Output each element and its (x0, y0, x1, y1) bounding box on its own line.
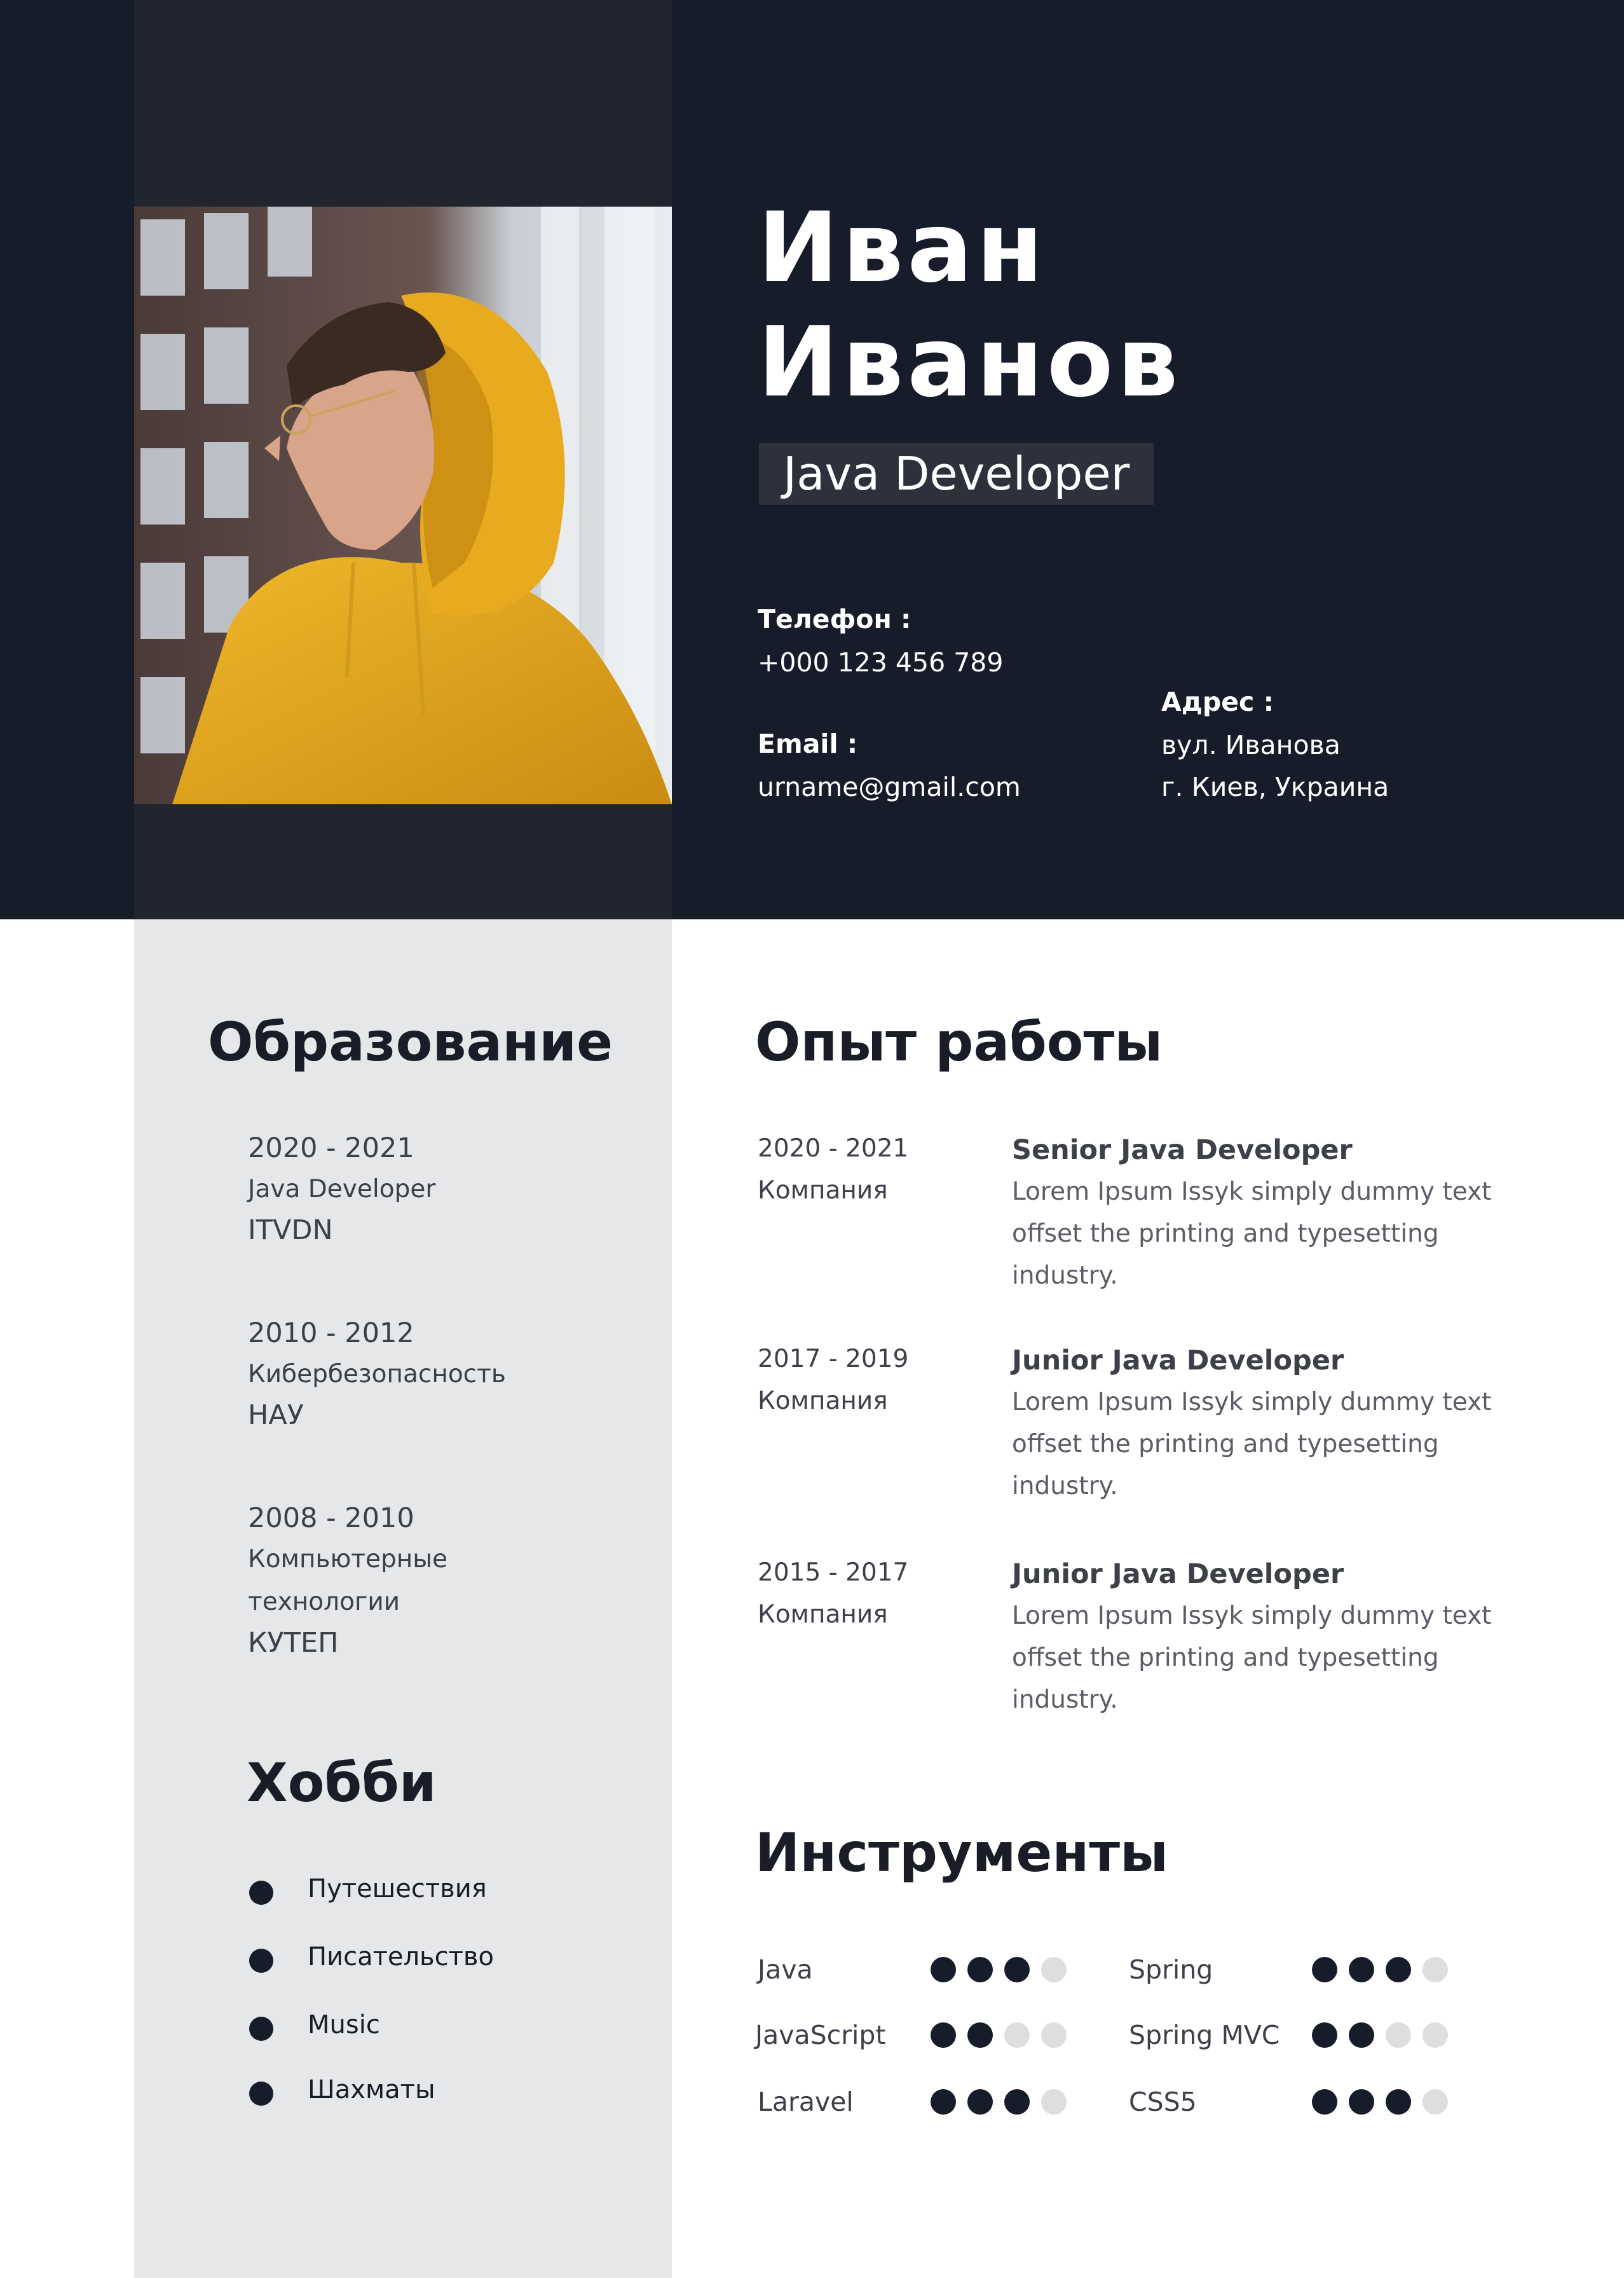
rating-dot-filled (1312, 2022, 1337, 2048)
experience-company: Компания (758, 1176, 888, 1205)
full-name: Иван Иванов (758, 191, 1182, 420)
rating-dot-filled (1349, 2089, 1374, 2115)
rating-dot-filled (1004, 1957, 1030, 1982)
experience-company: Компания (758, 1600, 888, 1629)
experience-desc-line: offset the printing and typesetting (1012, 1219, 1439, 1248)
skill-name: Java (758, 1954, 813, 1985)
education-institution: НАУ (248, 1399, 304, 1431)
email-label: Email : (758, 729, 858, 759)
education-institution: КУТЕП (248, 1627, 339, 1659)
education-program: Java Developer (248, 1175, 436, 1204)
profile-photo (134, 207, 672, 804)
address-line-2: г. Киев, Украина (1161, 772, 1389, 802)
rating-dot-filled (967, 2089, 993, 2115)
job-title-badge: Java Developer (759, 443, 1154, 505)
education-item: 2020 - 2021 Java Developer ITVDN (248, 1129, 435, 1250)
experience-years: 2015 - 2017 (758, 1558, 909, 1587)
experience-desc-line: Lorem Ipsum Issyk simply dummy text (1012, 1602, 1492, 1630)
education-program: технологии (248, 1588, 400, 1616)
experience-years: 2017 - 2019 (758, 1345, 909, 1373)
experience-item: Senior Java Developer Lorem Ipsum Issyk … (1012, 1129, 1520, 1297)
education-institution: ITVDN (248, 1214, 333, 1246)
experience-desc-line: Lorem Ipsum Issyk simply dummy text (1012, 1177, 1492, 1206)
hobbies-heading: Хобби (247, 1752, 437, 1814)
bullet-icon (249, 1949, 273, 1973)
rating-dot-empty (1423, 2022, 1448, 2048)
rating-dot-filled (1386, 2089, 1411, 2115)
phone-value: +000 123 456 789 (758, 647, 1004, 678)
bullet-icon (249, 2017, 273, 2041)
experience-item: Junior Java Developer Lorem Ipsum Issyk … (1012, 1553, 1520, 1721)
phone-label: Телефон : (758, 604, 911, 635)
experience-item: Junior Java Developer Lorem Ipsum Issyk … (1012, 1340, 1520, 1507)
experience-years: 2020 - 2021 (758, 1134, 909, 1163)
skill-name: Spring (1129, 1954, 1213, 1985)
hobby-label: Писательство (308, 1942, 494, 1972)
rating-dot-empty (1423, 1957, 1448, 1982)
rating-dot-empty (1041, 2022, 1067, 2048)
skill-name: Spring MVC (1129, 2020, 1280, 2050)
last-name: Иванов (758, 306, 1182, 418)
hobby-label: Music (308, 2010, 380, 2040)
experience-company: Компания (758, 1387, 888, 1415)
hobby-label: Шахматы (308, 2075, 435, 2104)
experience-dates: 2015 - 2017 Компания (758, 1552, 908, 1636)
hobby-label: Путешествия (308, 1874, 487, 1904)
bullet-icon (249, 1881, 273, 1905)
experience-dates: 2017 - 2019 Компания (758, 1338, 908, 1422)
education-heading: Образование (208, 1011, 613, 1073)
experience-desc-line: offset the printing and typesetting (1012, 1430, 1439, 1458)
experience-desc-line: Lorem Ipsum Issyk simply dummy text (1012, 1388, 1492, 1417)
tools-heading: Инструменты (755, 1822, 1169, 1884)
rating-dot-empty (1423, 2089, 1448, 2115)
skill-name: JavaScript (755, 2020, 886, 2050)
rating-dot-filled (1004, 2089, 1030, 2115)
skill-name: CSS5 (1129, 2087, 1197, 2117)
address-line-1: вул. Иванова (1161, 730, 1341, 760)
rating-dot-filled (1349, 2022, 1374, 2048)
education-item: 2008 - 2010 Компьютерные технологии КУТЕ… (248, 1499, 447, 1663)
education-years: 2020 - 2021 (248, 1132, 414, 1164)
rating-dot-empty (1004, 2022, 1030, 2048)
rating-dot-filled (967, 1957, 993, 1982)
rating-dot-filled (1349, 1957, 1374, 1982)
experience-heading: Опыт работы (755, 1011, 1163, 1073)
experience-desc-line: industry. (1012, 1261, 1118, 1290)
rating-dot-filled (931, 2089, 956, 2115)
education-program: Кибербезопасность (248, 1360, 506, 1389)
rating-dot-filled (1312, 1957, 1337, 1982)
education-program: Компьютерные (248, 1545, 448, 1574)
experience-dates: 2020 - 2021 Компания (758, 1128, 908, 1212)
experience-position: Senior Java Developer (1012, 1134, 1353, 1166)
rating-dot-filled (967, 2022, 993, 2048)
email-value: urname@gmail.com (758, 772, 1021, 802)
experience-desc-line: industry. (1012, 1472, 1118, 1500)
education-years: 2010 - 2012 (248, 1317, 414, 1349)
rating-dot-filled (1386, 1957, 1411, 1982)
rating-dot-filled (1312, 2089, 1337, 2115)
rating-dot-filled (931, 1957, 956, 1982)
experience-desc-line: offset the printing and typesetting (1012, 1643, 1439, 1672)
rating-dot-empty (1041, 2089, 1067, 2115)
experience-position: Junior Java Developer (1012, 1558, 1344, 1590)
rating-dot-empty (1386, 2022, 1411, 2048)
education-item: 2010 - 2012 Кибербезопасность НАУ (248, 1314, 506, 1435)
address-label: Адрес : (1161, 687, 1274, 717)
bullet-icon (249, 2082, 273, 2106)
education-years: 2008 - 2010 (248, 1502, 414, 1534)
rating-dot-filled (931, 2022, 956, 2048)
first-name: Иван (758, 191, 1047, 304)
experience-position: Junior Java Developer (1012, 1345, 1344, 1376)
rating-dot-empty (1041, 1957, 1067, 1982)
skill-name: Laravel (758, 2087, 854, 2117)
experience-desc-line: industry. (1012, 1685, 1118, 1714)
